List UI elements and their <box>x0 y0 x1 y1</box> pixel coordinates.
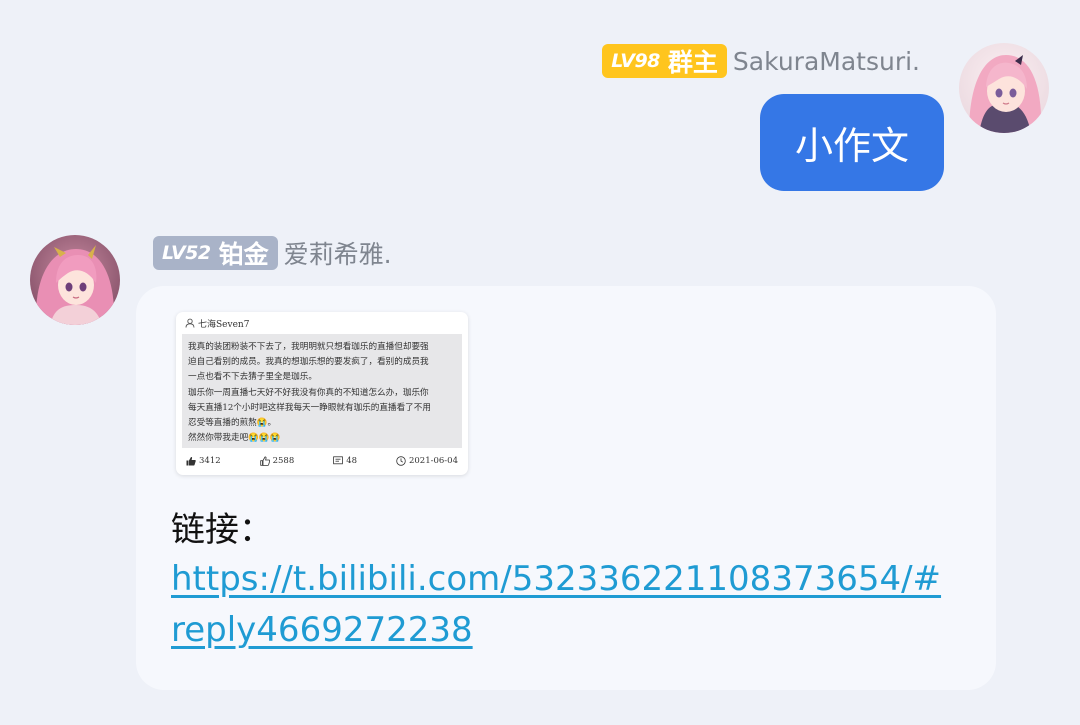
comment-line: 然然你带我走吧😭😭😭 <box>188 433 281 444</box>
likes-count: 3412 <box>199 456 221 466</box>
sender-avatar[interactable] <box>959 43 1049 133</box>
sender-avatar[interactable] <box>30 235 120 325</box>
comment-card-footer: 3412 2588 48 2021-06-04 <box>176 448 468 474</box>
level-badge: LV98 群主 <box>602 44 727 78</box>
comment-line: 一点也看不下去猜子里全是珈乐。 <box>188 372 317 383</box>
comment-line: 迫自己看别的成员。我真的想珈乐想的要发疯了，看别的成员我 <box>188 357 429 368</box>
anime-girl-avatar-icon <box>30 235 120 325</box>
likes-stat: 3412 <box>186 456 221 466</box>
comment-icon <box>333 456 343 465</box>
thumbs-count: 2588 <box>272 456 295 466</box>
thumbs-up-filled-icon <box>186 456 196 466</box>
link-label: 链接： <box>171 510 273 550</box>
level-label: LV52 <box>162 242 211 264</box>
incoming-sender-row: LV52 铂金 爱莉希雅. <box>153 235 392 271</box>
role-label: 群主 <box>667 48 718 77</box>
message-text: 小作文 <box>794 124 909 168</box>
thumbs-up-outline-icon <box>259 456 270 466</box>
outgoing-sender-row: LV98 群主 SakuraMatsuri. <box>602 43 920 79</box>
replies-count: 48 <box>346 456 358 466</box>
clock-icon <box>396 456 406 466</box>
comment-card-header: 七海Seven7 <box>176 312 468 334</box>
sender-name[interactable]: 爱莉希雅. <box>284 235 392 271</box>
comment-line: 忍受等直播的煎熬😭。 <box>188 418 277 429</box>
comment-line: 我真的装团粉装不下去了，我明明就只想看珈乐的直播但却要强 <box>188 342 429 352</box>
outgoing-message-bubble[interactable]: 小作文 <box>760 94 944 191</box>
comment-line: 珈乐你一周直播七天好不好我没有你真的不知道怎么办，珈乐你 <box>188 387 429 398</box>
comment-date: 2021-06-04 <box>408 456 458 466</box>
reply-link[interactable]: https://t.bilibili.com/53233622110837365… <box>171 554 951 656</box>
sender-name[interactable]: SakuraMatsuri. <box>733 47 920 76</box>
comment-line: 每天直播12个小时吧这样我每天一睁眼就有珈乐的直播看了不用 <box>188 402 431 413</box>
comment-card-body: 我真的装团粉装不下去了，我明明就只想看珈乐的直播但却要强 迫自己看别的成员。我真… <box>182 334 462 448</box>
replies-stat: 48 <box>333 456 357 466</box>
level-badge: LV52 铂金 <box>153 236 278 270</box>
date-stat: 2021-06-04 <box>396 456 458 466</box>
comment-screenshot-image[interactable]: 七海Seven7 我真的装团粉装不下去了，我明明就只想看珈乐的直播但却要强 迫自… <box>176 312 468 475</box>
comment-user: 七海Seven7 <box>198 319 250 330</box>
user-icon <box>185 318 195 328</box>
anime-girl-avatar-icon <box>959 43 1049 133</box>
role-label: 铂金 <box>218 240 269 269</box>
incoming-message-bubble: 七海Seven7 我真的装团粉装不下去了，我明明就只想看珈乐的直播但却要强 迫自… <box>136 286 996 690</box>
thumbs-stat: 2588 <box>259 456 295 466</box>
level-label: LV98 <box>611 50 660 72</box>
